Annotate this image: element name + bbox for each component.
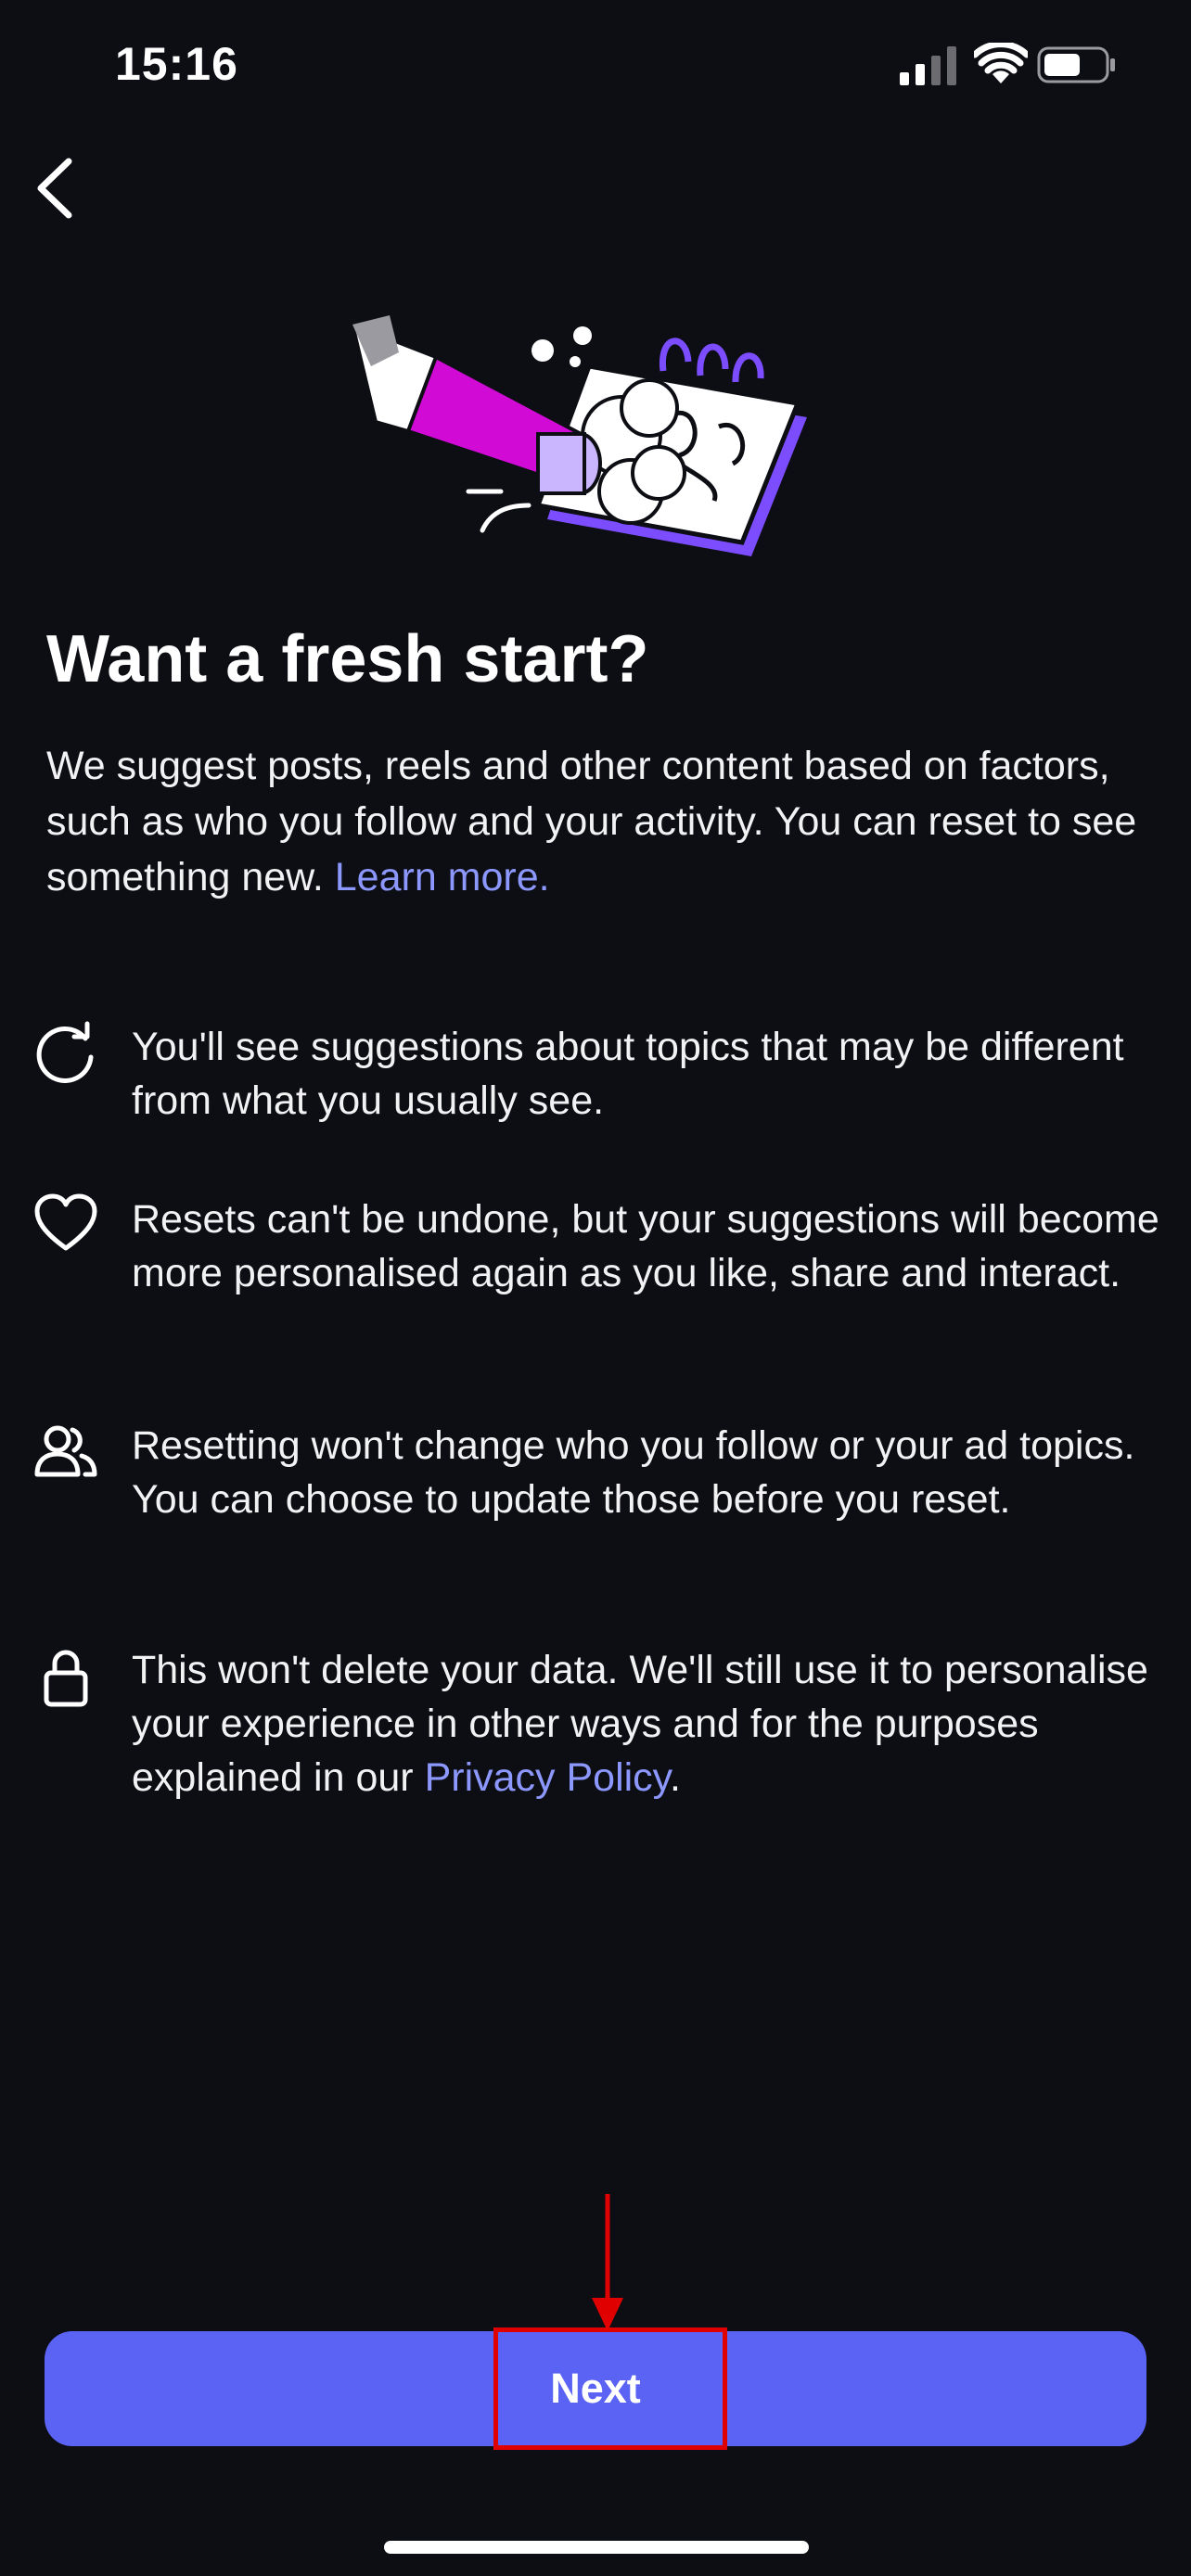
refresh-icon [36, 1021, 94, 1083]
annotation-arrow-icon [592, 2194, 623, 2331]
info-text: This won't delete your data. We'll still… [132, 1643, 1161, 1804]
people-icon [34, 1425, 97, 1477]
wifi-icon [974, 43, 1028, 83]
privacy-policy-link[interactable]: Privacy Policy [425, 1755, 670, 1800]
intro-body: We suggest posts, reels and other conten… [46, 744, 1137, 899]
pencil-notebook-illustration [352, 315, 807, 556]
lock-icon [44, 1650, 88, 1707]
info-text: You'll see suggestions about topics that… [132, 1025, 1124, 1123]
learn-more-link[interactable]: Learn more. [335, 855, 550, 899]
battery-icon [1037, 46, 1115, 83]
info-text-suffix: . [670, 1755, 681, 1800]
signal-icon [900, 46, 956, 85]
back-chevron-icon[interactable] [32, 156, 78, 221]
intro-text: We suggest posts, reels and other conten… [46, 738, 1150, 905]
status-time: 15:16 [115, 38, 238, 90]
info-text: Resetting won't change who you follow or… [132, 1423, 1135, 1522]
info-text: Resets can't be undone, but your suggest… [132, 1197, 1159, 1295]
page-title: Want a fresh start? [46, 622, 649, 696]
heart-icon [34, 1193, 97, 1251]
annotation-highlight-box [493, 2327, 727, 2450]
home-indicator[interactable] [384, 2541, 809, 2554]
